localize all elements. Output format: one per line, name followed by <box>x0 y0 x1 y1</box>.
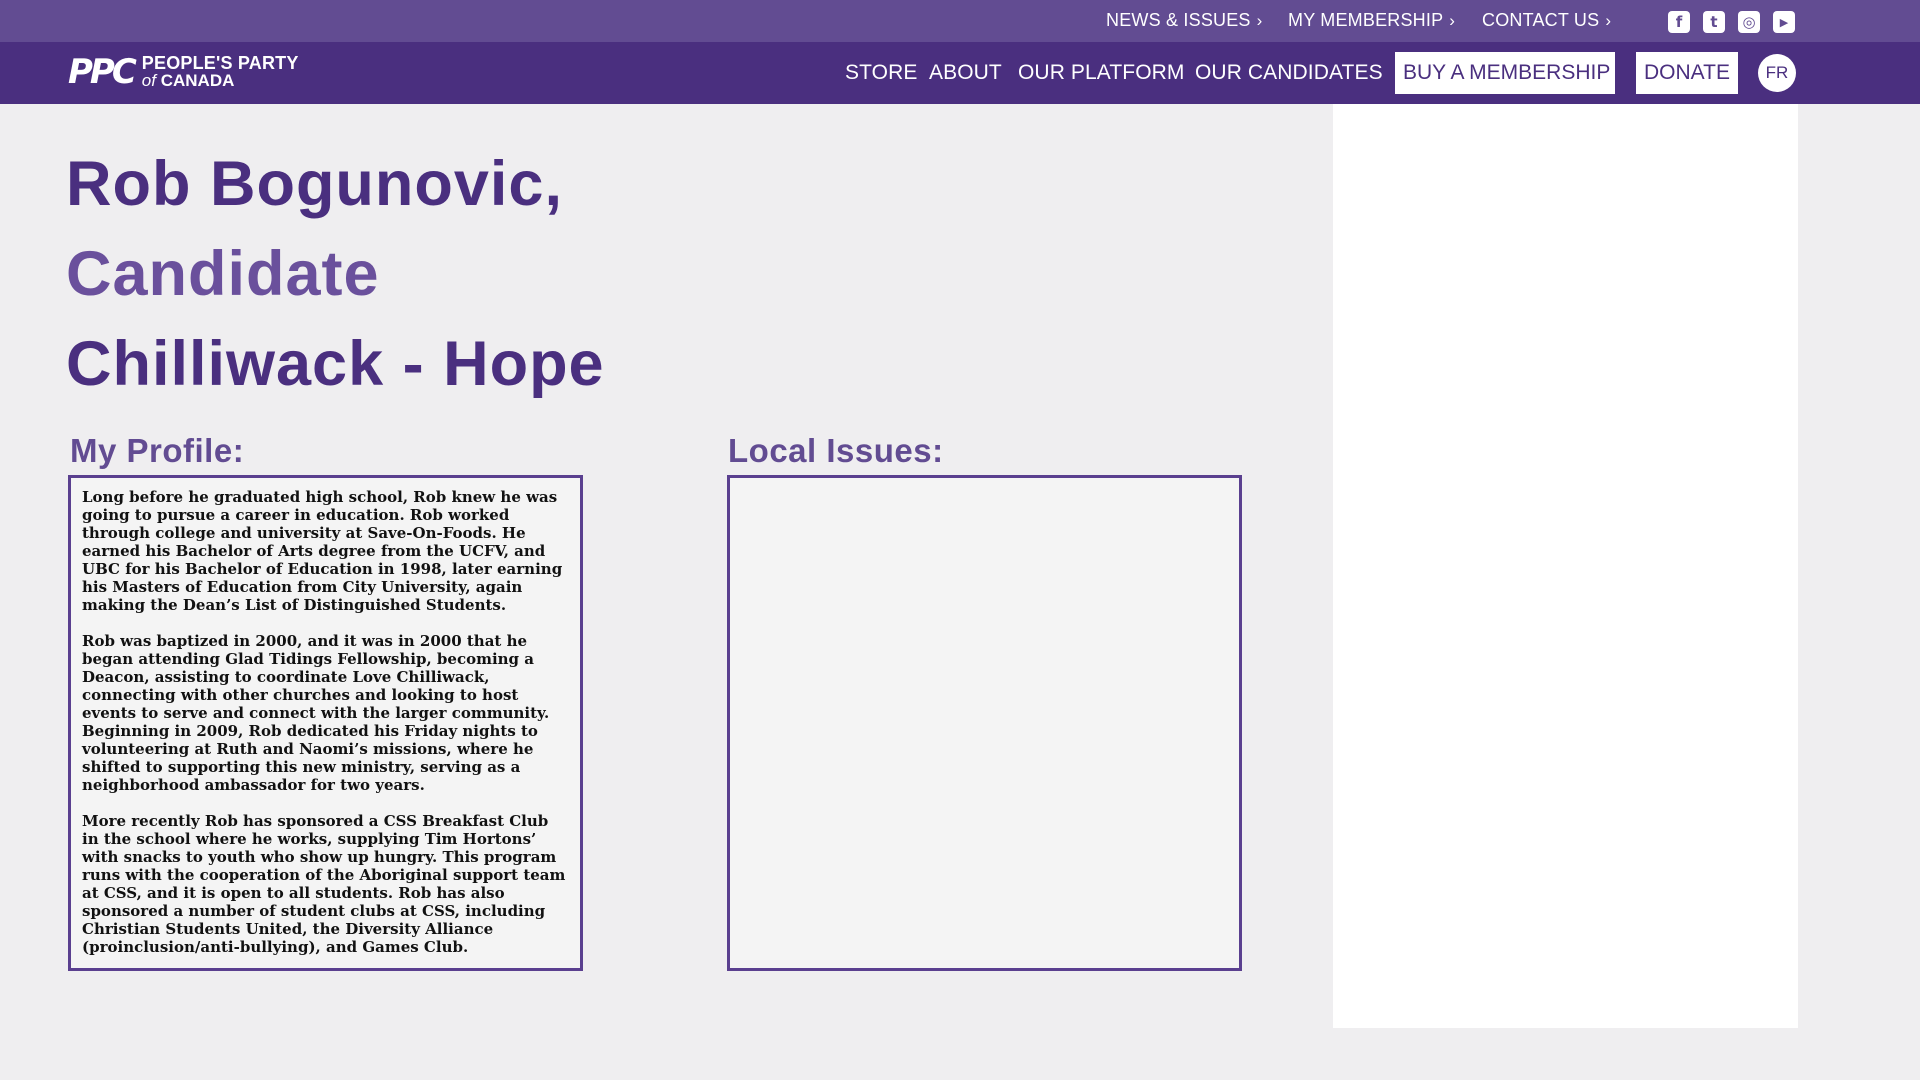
logo-line-2: of CANADA <box>142 72 299 89</box>
chevron-right-icon: › <box>1256 11 1263 30</box>
profile-heading: My Profile: <box>70 432 245 469</box>
profile-box: Long before he graduated high school, Ro… <box>68 475 583 971</box>
instagram-glyph: ◎ <box>1742 13 1756 31</box>
facebook-icon[interactable]: f <box>1668 11 1690 33</box>
buy-membership-button[interactable]: BUY A MEMBERSHIP <box>1395 52 1615 94</box>
twitter-glyph: t <box>1710 13 1718 31</box>
candidate-role-title: Candidate <box>66 239 380 309</box>
twitter-icon[interactable]: t <box>1703 11 1725 33</box>
local-issues-box <box>727 475 1242 971</box>
logo-line-1: PEOPLE'S PARTY <box>141 53 299 73</box>
nav-our-platform[interactable]: OUR PLATFORM <box>1018 61 1184 85</box>
local-issues-heading: Local Issues: <box>728 432 944 469</box>
contact-us-label: CONTACT US <box>1482 10 1600 30</box>
facebook-glyph: f <box>1675 13 1683 31</box>
logo-line-2-prefix: of <box>141 71 156 90</box>
news-issues-label: NEWS & ISSUES <box>1106 10 1251 30</box>
candidate-name-title: Rob Bogunovic, <box>66 149 563 219</box>
profile-paragraph: Long before he graduated high school, Ro… <box>82 488 563 614</box>
instagram-icon[interactable]: ◎ <box>1738 11 1760 33</box>
contact-us-link[interactable]: CONTACT US › <box>1482 10 1611 31</box>
youtube-icon[interactable]: ▶ <box>1773 11 1795 33</box>
my-membership-link[interactable]: MY MEMBERSHIP › <box>1288 10 1455 31</box>
chevron-right-icon: › <box>1605 11 1612 30</box>
ppc-logo-text: PEOPLE'S PARTY of CANADA <box>141 53 299 89</box>
ppc-logo[interactable]: PPC PEOPLE'S PARTY of CANADA <box>68 52 299 92</box>
language-toggle-button[interactable]: FR <box>1758 54 1796 92</box>
profile-paragraph: More recently Rob has sponsored a CSS Br… <box>82 812 566 956</box>
news-issues-link[interactable]: NEWS & ISSUES › <box>1106 10 1263 31</box>
profile-paragraph: Rob was baptized in 2000, and it was in … <box>82 632 550 794</box>
youtube-glyph: ▶ <box>1779 15 1789 29</box>
nav-store[interactable]: STORE <box>845 61 917 85</box>
donate-button[interactable]: DONATE <box>1636 52 1738 94</box>
my-membership-label: MY MEMBERSHIP <box>1288 10 1444 30</box>
ppc-logo-mark: PPC <box>68 52 137 92</box>
utility-bar: NEWS & ISSUES › MY MEMBERSHIP › CONTACT US… <box>0 0 1920 42</box>
logo-line-2-text: CANADA <box>160 71 235 90</box>
nav-about[interactable]: ABOUT <box>929 61 1002 85</box>
sidebar-panel <box>1333 104 1798 1028</box>
riding-title: Chilliwack - Hope <box>66 329 605 399</box>
chevron-right-icon: › <box>1449 11 1456 30</box>
main-nav: PPC PEOPLE'S PARTY of CANADA STORE ABOUT… <box>0 42 1920 104</box>
nav-our-candidates[interactable]: OUR CANDIDATES <box>1195 61 1383 85</box>
